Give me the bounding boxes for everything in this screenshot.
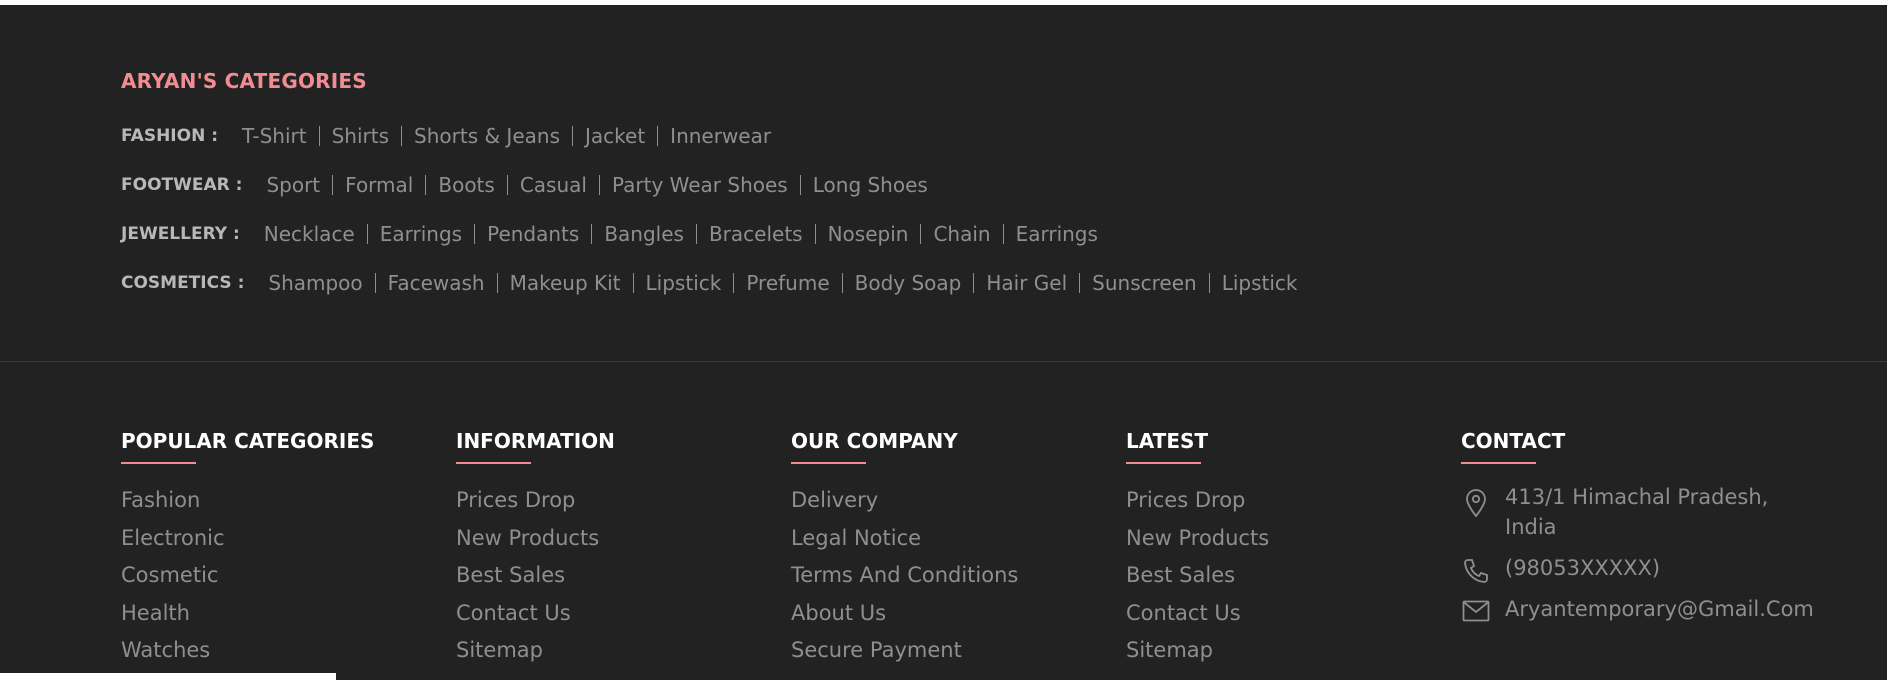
categories-title: ARYAN'S CATEGORIES: [121, 69, 367, 93]
footer-link[interactable]: Prices Drop: [456, 482, 615, 520]
category-row-footwear: FOOTWEAR : Sport Formal Boots Casual Par…: [121, 160, 1310, 209]
column-title: LATEST: [1126, 429, 1209, 453]
footer-link[interactable]: Contact Us: [456, 595, 615, 633]
category-link[interactable]: Nosepin: [814, 223, 921, 244]
mail-icon: [1461, 594, 1491, 622]
footer-link[interactable]: Contact Us: [1126, 595, 1269, 633]
category-link[interactable]: Lipstick: [1208, 272, 1310, 293]
footer-link[interactable]: Sitemap: [1126, 632, 1269, 670]
category-link[interactable]: Bracelets: [695, 223, 815, 244]
footer-link[interactable]: Fashion: [121, 482, 374, 520]
category-link[interactable]: Hair Gel: [973, 272, 1079, 293]
category-row-fashion: FASHION : T-Shirt Shirts Shorts & Jeans …: [121, 111, 1310, 160]
category-link[interactable]: Bangles: [591, 223, 696, 244]
location-pin-icon: [1461, 482, 1491, 518]
category-link[interactable]: Innerwear: [657, 125, 783, 146]
category-label: COSMETICS :: [121, 272, 245, 293]
category-link[interactable]: Shampoo: [268, 273, 374, 293]
address-line: India: [1505, 515, 1557, 539]
category-label: FOOTWEAR :: [121, 174, 243, 195]
column-title: POPULAR CATEGORIES: [121, 429, 375, 453]
category-link[interactable]: Lipstick: [632, 272, 734, 293]
category-link[interactable]: T-Shirt: [242, 126, 319, 146]
site-footer: ARYAN'S CATEGORIES FASHION : T-Shirt Shi…: [0, 5, 1887, 680]
footer-link[interactable]: About Us: [791, 595, 1018, 633]
footer-link[interactable]: Delivery: [791, 482, 1018, 520]
footer-link[interactable]: Best Sales: [456, 557, 615, 595]
page-edge-strip: [0, 673, 336, 680]
our-company-column: OUR COMPANY Delivery Legal Notice Terms …: [791, 429, 1018, 670]
footer-link[interactable]: Cosmetic: [121, 557, 374, 595]
footer-link[interactable]: Sitemap: [456, 632, 615, 670]
category-link[interactable]: Boots: [425, 174, 506, 195]
address-text: 413/1 Himachal Pradesh, India: [1505, 482, 1768, 542]
category-links: T-Shirt Shirts Shorts & Jeans Jacket Inn…: [242, 125, 783, 146]
contact-phone: (98053XXXXX): [1461, 553, 1814, 585]
title-underline: [791, 462, 866, 464]
footer-link[interactable]: Electronic: [121, 520, 374, 558]
category-link[interactable]: Casual: [506, 174, 599, 195]
contact-column: CONTACT 413/1 Himachal Pradesh, India (9…: [1461, 429, 1814, 624]
information-column: INFORMATION Prices Drop New Products Bes…: [456, 429, 615, 670]
category-link[interactable]: Formal: [332, 174, 425, 195]
phone-icon: [1461, 553, 1491, 585]
category-link[interactable]: Prefume: [733, 272, 841, 293]
title-underline: [1461, 462, 1536, 464]
category-link[interactable]: Chain: [920, 223, 1002, 244]
email-link[interactable]: Aryantemporary@Gmail.Com: [1505, 594, 1814, 624]
category-link[interactable]: Sunscreen: [1079, 272, 1209, 293]
title-underline: [456, 462, 531, 464]
footer-link[interactable]: Watches: [121, 632, 374, 670]
category-link[interactable]: Facewash: [374, 272, 497, 293]
column-title: CONTACT: [1461, 429, 1566, 453]
category-row-cosmetics: COSMETICS : Shampoo Facewash Makeup Kit …: [121, 258, 1310, 307]
title-underline: [1126, 462, 1201, 464]
category-link[interactable]: Sport: [266, 175, 332, 195]
column-title: OUR COMPANY: [791, 429, 958, 453]
footer-link[interactable]: Best Sales: [1126, 557, 1269, 595]
category-link[interactable]: Long Shoes: [799, 174, 940, 195]
category-label: JEWELLERY :: [121, 223, 240, 244]
category-link[interactable]: Earrings: [1002, 223, 1110, 244]
category-link[interactable]: Shorts & Jeans: [401, 125, 572, 146]
contact-address: 413/1 Himachal Pradesh, India: [1461, 482, 1814, 542]
categories-section: ARYAN'S CATEGORIES FASHION : T-Shirt Shi…: [121, 69, 1310, 307]
category-link[interactable]: Body Soap: [841, 272, 974, 293]
footer-link[interactable]: Health: [121, 595, 374, 633]
latest-column: LATEST Prices Drop New Products Best Sal…: [1126, 429, 1269, 670]
category-link[interactable]: Pendants: [474, 223, 591, 244]
address-line: 413/1 Himachal Pradesh,: [1505, 485, 1769, 509]
column-title: INFORMATION: [456, 429, 615, 453]
category-links: Sport Formal Boots Casual Party Wear Sho…: [266, 174, 940, 195]
category-links: Shampoo Facewash Makeup Kit Lipstick Pre…: [268, 272, 1310, 293]
title-underline: [121, 462, 196, 464]
section-divider: [0, 361, 1887, 362]
category-link[interactable]: Necklace: [264, 224, 367, 244]
category-row-jewellery: JEWELLERY : Necklace Earrings Pendants B…: [121, 209, 1310, 258]
category-label: FASHION :: [121, 125, 219, 146]
category-link[interactable]: Makeup Kit: [496, 272, 633, 293]
footer-link[interactable]: New Products: [1126, 520, 1269, 558]
footer-link[interactable]: New Products: [456, 520, 615, 558]
category-links: Necklace Earrings Pendants Bangles Brace…: [264, 223, 1110, 244]
footer-link[interactable]: Prices Drop: [1126, 482, 1269, 520]
popular-categories-column: POPULAR CATEGORIES Fashion Electronic Co…: [121, 429, 374, 670]
footer-link[interactable]: Terms And Conditions: [791, 557, 1018, 595]
category-link[interactable]: Party Wear Shoes: [598, 174, 800, 195]
category-link[interactable]: Jacket: [572, 125, 657, 146]
phone-link[interactable]: (98053XXXXX): [1505, 553, 1660, 583]
footer-link[interactable]: Secure Payment: [791, 632, 1018, 670]
category-link[interactable]: Shirts: [318, 125, 401, 146]
contact-email: Aryantemporary@Gmail.Com: [1461, 594, 1814, 624]
footer-link[interactable]: Legal Notice: [791, 520, 1018, 558]
category-link[interactable]: Earrings: [366, 223, 474, 244]
